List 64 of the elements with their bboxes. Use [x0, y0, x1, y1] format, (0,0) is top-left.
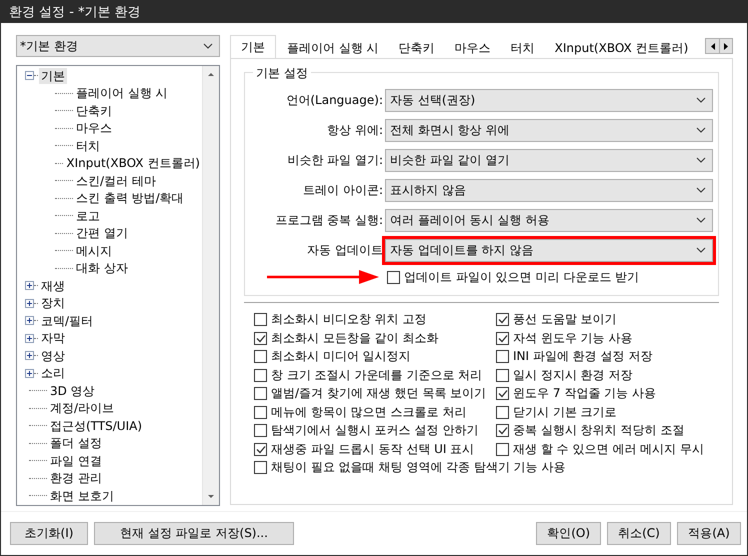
- footer-button[interactable]: 취소(C): [607, 522, 671, 545]
- checkbox-label: 재생 할 수 있으면 에러 메시지 무시: [513, 440, 704, 458]
- checkbox-label: 최소화시 미디어 일시정지: [271, 348, 411, 365]
- setting-label: 프로그램 중복 실행:: [274, 212, 384, 228]
- checkbox-label: 풍선 도움말 보이기: [513, 311, 617, 328]
- footer-button[interactable]: 초기화(I): [10, 522, 88, 545]
- checkbox-label: 앨범/즐겨 찾기에 재생 했던 목록 보이기: [271, 385, 486, 402]
- footer-button[interactable]: 현재 설정 파일로 저장(S)...: [94, 522, 294, 545]
- tree-item[interactable]: 코덱/필터: [39, 312, 96, 329]
- tree-item[interactable]: 계정/라이브: [48, 400, 116, 416]
- setting-label: 언어(Language):: [285, 92, 384, 108]
- setting-dropdown[interactable]: 자동 선택(권장): [385, 88, 713, 112]
- checkbox-label: INI 파일에 환경 설정 저장: [513, 348, 652, 365]
- tree-item[interactable]: 3D 영상: [48, 382, 97, 399]
- tree-item[interactable]: 자막: [39, 330, 67, 346]
- setting-dropdown[interactable]: 전체 화면시 항상 위에: [385, 118, 713, 142]
- tree-item[interactable]: 메시지: [74, 242, 114, 259]
- tree-item[interactable]: 영상: [39, 348, 67, 364]
- checkbox-label: 업데이트 파일이 있으면 미리 다운로드 받기: [404, 268, 640, 286]
- footer-button[interactable]: 확인(O): [536, 522, 601, 545]
- checkbox-label: 자석 윈도우 기능 사용: [513, 330, 632, 346]
- checkbox-label: 닫기시 기본 크기로: [513, 404, 617, 420]
- tree-item[interactable]: 재생: [39, 278, 67, 294]
- tree-item[interactable]: 간편 열기: [74, 225, 130, 242]
- tree-item[interactable]: 화면 보호기: [48, 488, 116, 504]
- tree-item[interactable]: 파일 연결: [48, 452, 104, 469]
- checkbox-label: 중복 실행시 창위치 적당히 조절: [513, 422, 684, 439]
- setting-label: 트레이 아이콘:: [302, 182, 384, 198]
- checkbox-label: 탐색기에서 실행시 포커스 설정 안하기: [271, 422, 478, 439]
- checkbox-label: 재생중 파일 드롭시 동작 선택 UI 표시: [271, 440, 474, 458]
- tree-item[interactable]: 기본: [39, 68, 67, 84]
- tree-item[interactable]: 대화 상자: [74, 260, 130, 276]
- profile-dropdown[interactable]: *기본 환경: [16, 35, 220, 57]
- setting-dropdown[interactable]: 표시하지 않음: [385, 178, 713, 202]
- tree-item[interactable]: 마우스: [74, 120, 114, 136]
- footer-button[interactable]: 적용(A): [677, 522, 741, 545]
- tree-item[interactable]: 플레이어 실행 시: [74, 85, 170, 102]
- tree-item[interactable]: 단축키: [74, 102, 114, 119]
- tree-item[interactable]: 접근성(TTS/UIA): [48, 418, 144, 434]
- setting-dropdown[interactable]: 여러 플레이어 동시 실행 허용: [385, 208, 713, 232]
- checkbox-label: 최소화시 비디오창 위치 고정: [271, 311, 426, 328]
- window-title: 환경 설정 - *기본 환경: [9, 4, 141, 21]
- tree-item[interactable]: 터치: [74, 138, 102, 154]
- checkbox-label: 최소화시 모든창을 같이 최소화: [271, 330, 438, 346]
- group-title: 기본 설정: [253, 65, 311, 82]
- setting-dropdown[interactable]: 비슷한 파일 같이 열기: [385, 148, 713, 172]
- checkbox-label: 윈도우 7 작업줄 기능 사용: [513, 385, 656, 402]
- tree-item[interactable]: XInput(XBOX 컨트롤러): [64, 155, 202, 172]
- checkbox-label: 채팅이 필요 없을때 채팅 영역에 각종 탐색기 기능 사용: [271, 459, 566, 476]
- setting-dropdown[interactable]: 자동 업데이트를 하지 않음: [385, 238, 713, 262]
- setting-label: 비슷한 파일 열기:: [286, 152, 384, 168]
- checkbox-label: 메뉴에 항목이 많으면 스크롤로 처리: [271, 404, 466, 420]
- checkbox-label: 일시 정지시 환경 저장: [513, 366, 632, 384]
- tree-item[interactable]: 환경 관리: [48, 470, 104, 486]
- setting-label: 자동 업데이트: [306, 242, 384, 258]
- tab[interactable]: 기본: [230, 35, 276, 58]
- tree-item[interactable]: 장치: [39, 295, 67, 312]
- tree-item[interactable]: 소리: [39, 365, 67, 382]
- tree-item[interactable]: 폴더 설정: [48, 435, 104, 452]
- tree-item[interactable]: 로고: [74, 208, 102, 224]
- checkbox-label: 창 크기 조절시 가운데를 기준으로 처리: [271, 366, 482, 384]
- setting-label: 항상 위에:: [326, 122, 384, 138]
- tree-item[interactable]: 스킨/컬러 테마: [74, 172, 158, 189]
- tree-item[interactable]: 스킨 출력 방법/확대: [74, 190, 186, 206]
